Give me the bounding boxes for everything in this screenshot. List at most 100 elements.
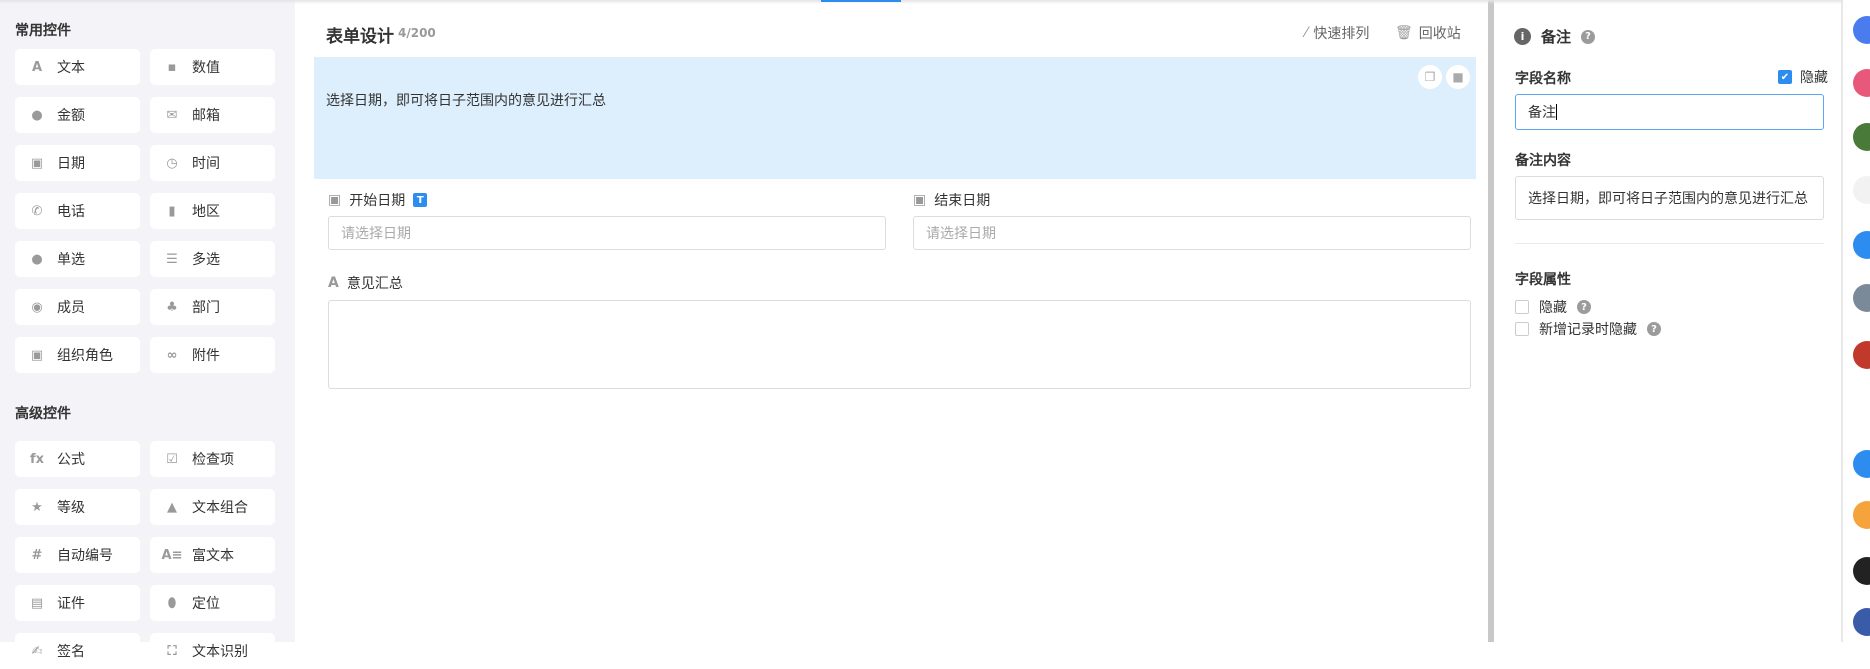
- control-label: 定位: [192, 596, 220, 612]
- control-phone[interactable]: ✆ 电话: [15, 193, 140, 229]
- control-label: 检查项: [192, 452, 234, 468]
- control-label: 金额: [57, 108, 85, 124]
- control-hash[interactable]: # 自动编号: [15, 537, 140, 573]
- control-label: 富文本: [192, 548, 234, 564]
- control-checklist[interactable]: ☰ 多选: [150, 241, 275, 277]
- control-label: 附件: [192, 348, 220, 364]
- note-content-label: 备注内容: [1515, 153, 1571, 169]
- control-user[interactable]: ◉ 成员: [15, 289, 140, 325]
- map-icon: ▮: [168, 203, 176, 219]
- control-money[interactable]: ● 金额: [15, 97, 140, 133]
- hide-title-label: 隐藏: [1800, 70, 1828, 86]
- control-richtext[interactable]: A≡ 富文本: [150, 537, 275, 573]
- calendar-icon: ▣: [328, 192, 342, 208]
- control-ocr[interactable]: ⛶ 文本识别: [150, 633, 275, 669]
- control-label: 邮箱: [192, 108, 220, 124]
- clock-icon: ◷: [166, 155, 178, 171]
- control-label: 多选: [192, 252, 220, 268]
- location-icon: ⬮: [167, 595, 177, 611]
- control-shapes[interactable]: ▲ 文本组合: [150, 489, 275, 525]
- help-icon[interactable]: ?: [1577, 300, 1591, 314]
- control-radio[interactable]: ● 单选: [15, 241, 140, 277]
- delete-icon[interactable]: ■: [1446, 65, 1470, 89]
- shapes-icon: ▲: [167, 499, 177, 515]
- field-name-value: 备注: [1528, 105, 1556, 121]
- control-label: 电话: [57, 204, 85, 220]
- field-name-input[interactable]: 备注: [1515, 94, 1824, 130]
- control-label: 文本组合: [192, 500, 248, 516]
- prop-hide-on-new-option[interactable]: 新增记录时隐藏 ?: [1515, 319, 1661, 339]
- calendar-icon: ▣: [30, 155, 44, 171]
- fx-icon: fx: [29, 451, 45, 467]
- checkbox-icon: ☑: [166, 451, 178, 467]
- number-icon: ▪: [167, 59, 177, 75]
- phone-icon: ✆: [31, 203, 43, 219]
- hide-title-checkbox[interactable]: ✔: [1778, 70, 1792, 84]
- control-mail[interactable]: ✉ 邮箱: [150, 97, 275, 133]
- control-fx[interactable]: fx 公式: [15, 441, 140, 477]
- org-icon: ♣: [166, 299, 178, 315]
- info-icon: i: [1514, 28, 1531, 45]
- control-label: 自动编号: [57, 548, 113, 564]
- canvas-scrollbar[interactable]: [1488, 0, 1494, 642]
- control-label: 签名: [57, 644, 85, 660]
- help-icon[interactable]: ?: [1581, 29, 1596, 44]
- control-label: 部门: [192, 300, 220, 316]
- control-label: 日期: [57, 156, 85, 172]
- control-role[interactable]: ▣ 组织角色: [15, 337, 140, 373]
- id-card-icon: ▤: [30, 595, 44, 611]
- start-date-label: ▣ 开始日期 T: [328, 190, 428, 210]
- control-label: 地区: [192, 204, 220, 220]
- paperclip-icon: ∞: [166, 347, 178, 363]
- recycle-bin-button[interactable]: 🗑︎ 回收站: [1395, 23, 1461, 43]
- prop-hide-option[interactable]: 隐藏 ?: [1515, 297, 1591, 317]
- note-content-textarea[interactable]: 选择日期，即可将日子范围内的意见进行汇总: [1515, 176, 1824, 220]
- control-org[interactable]: ♣ 部门: [150, 289, 275, 325]
- controls-sidebar: 常用控件 A 文本 ▪ 数值 ● 金额 ✉ 邮箱 ▣ 日期 ◷ 时间 ✆ 电话 ▮ 地区 ● 单选 ☰ 多选 ◉ 成员 ♣ 部…: [0, 0, 295, 669]
- control-number[interactable]: ▪ 数值: [150, 49, 275, 85]
- panel-header: i 备注 ?: [1514, 26, 1596, 47]
- control-label: 证件: [57, 596, 85, 612]
- user-icon: ◉: [31, 299, 43, 315]
- end-date-input[interactable]: 请选择日期: [913, 216, 1471, 250]
- control-label: 组织角色: [57, 348, 113, 364]
- start-date-label-text: 开始日期: [349, 193, 406, 209]
- prop-hide-checkbox[interactable]: [1515, 300, 1529, 314]
- control-id-card[interactable]: ▤ 证件: [15, 585, 140, 621]
- active-tab-indicator: [821, 0, 901, 2]
- control-location[interactable]: ⬮ 定位: [150, 585, 275, 621]
- field-name-label: 字段名称: [1515, 71, 1571, 87]
- hide-title-toggle[interactable]: ✔ 隐藏: [1778, 67, 1828, 87]
- trash-icon: 🗑︎: [1395, 25, 1413, 41]
- help-icon[interactable]: ?: [1647, 322, 1661, 336]
- copy-icon[interactable]: ❐: [1418, 65, 1442, 89]
- control-label: 成员: [57, 300, 85, 316]
- control-star[interactable]: ★ 等级: [15, 489, 140, 525]
- prop-hide-on-new-checkbox[interactable]: [1515, 322, 1529, 336]
- calendar-icon: ▣: [913, 192, 927, 208]
- note-field-selected[interactable]: 选择日期，即可将日子范围内的意见进行汇总 ❐ ■: [314, 57, 1476, 179]
- signature-icon: ✍: [31, 643, 43, 659]
- quick-arrange-button[interactable]: ⁄ 快速排列: [1305, 23, 1369, 43]
- summary-textarea[interactable]: [328, 300, 1471, 389]
- summary-label-text: 意见汇总: [346, 276, 403, 292]
- control-checkbox[interactable]: ☑ 检查项: [150, 441, 275, 477]
- control-label: 数值: [192, 60, 220, 76]
- field-properties-panel: i 备注 ? 字段名称 ✔ 隐藏 备注 备注内容 选择日期，即可将日子范围内的意…: [1497, 0, 1843, 642]
- star-icon: ★: [31, 499, 43, 515]
- start-date-input[interactable]: 请选择日期: [328, 216, 886, 250]
- money-icon: ●: [31, 107, 43, 123]
- form-design-canvas: 表单设计 4/200 ⁄ 快速排列 🗑︎ 回收站 选择日期，即可将日子范围内的意…: [295, 0, 1488, 642]
- control-paperclip[interactable]: ∞ 附件: [150, 337, 275, 373]
- hash-icon: #: [31, 547, 43, 563]
- control-signature[interactable]: ✍ 签名: [15, 633, 140, 669]
- text-cursor: [1556, 104, 1557, 120]
- control-label: 公式: [57, 452, 85, 468]
- control-label: 文本识别: [192, 644, 248, 660]
- text-icon: A: [31, 59, 43, 75]
- control-clock[interactable]: ◷ 时间: [150, 145, 275, 181]
- control-calendar[interactable]: ▣ 日期: [15, 145, 140, 181]
- control-label: 单选: [57, 252, 85, 268]
- control-text[interactable]: A 文本: [15, 49, 140, 85]
- control-map[interactable]: ▮ 地区: [150, 193, 275, 229]
